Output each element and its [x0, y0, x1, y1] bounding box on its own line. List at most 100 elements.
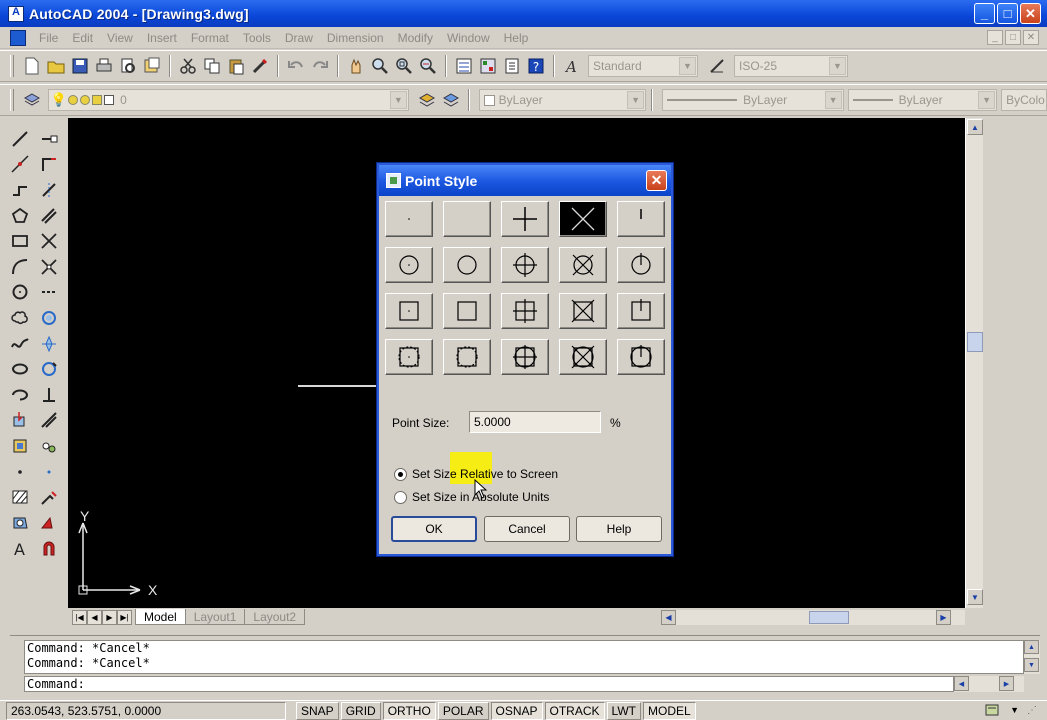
tool-palettes-icon[interactable] — [500, 54, 524, 78]
menu-tools[interactable]: Tools — [236, 31, 278, 45]
explode-icon[interactable] — [36, 510, 62, 536]
trim-icon[interactable] — [36, 356, 62, 382]
vertical-scrollbar[interactable]: ▲ ▼ — [965, 118, 983, 608]
help-icon[interactable]: ? — [524, 54, 548, 78]
minimize-button[interactable]: _ — [974, 3, 995, 24]
communication-center-icon[interactable] — [984, 702, 1002, 718]
menu-window[interactable]: Window — [440, 31, 497, 45]
chevron-down-icon[interactable]: ▼ — [829, 57, 846, 75]
construction-line-icon[interactable] — [7, 152, 33, 178]
menu-dimension[interactable]: Dimension — [320, 31, 391, 45]
chevron-down-icon[interactable]: ▼ — [627, 91, 645, 109]
dialog-close-button[interactable]: ✕ — [646, 170, 667, 191]
grid-toggle[interactable]: GRID — [340, 701, 381, 720]
design-center-icon[interactable] — [476, 54, 500, 78]
ellipse-arc-icon[interactable] — [7, 382, 33, 408]
properties-icon[interactable] — [452, 54, 476, 78]
doc-minimize-button[interactable]: _ — [987, 30, 1003, 45]
osnap-toggle[interactable]: OSNAP — [490, 701, 543, 720]
doc-restore-button[interactable]: □ — [1005, 30, 1021, 45]
command-scrollbar[interactable]: ▲ ▼ — [1024, 640, 1040, 674]
magnet-icon[interactable] — [36, 536, 62, 562]
stretch-icon[interactable] — [36, 331, 62, 357]
cancel-button[interactable]: Cancel — [484, 516, 570, 542]
paste-icon[interactable] — [224, 54, 248, 78]
point-style-plus[interactable] — [501, 201, 549, 237]
pan-icon[interactable] — [344, 54, 368, 78]
match-properties-icon[interactable] — [248, 54, 272, 78]
radio-relative[interactable] — [394, 467, 407, 481]
layer-select[interactable]: 💡 0 ▼ — [47, 89, 409, 111]
point-style-square-plus[interactable] — [501, 293, 549, 329]
first-tab-icon[interactable]: |◀ — [72, 609, 87, 625]
close-button[interactable]: ✕ — [1020, 3, 1041, 24]
spline-icon[interactable] — [7, 331, 33, 357]
zoom-window-icon[interactable] — [392, 54, 416, 78]
menu-file[interactable]: File — [32, 31, 65, 45]
publish-icon[interactable] — [140, 54, 164, 78]
linetype-select[interactable]: ByLayer ▼ — [662, 89, 844, 111]
point-style-circle-x[interactable] — [559, 247, 607, 283]
plot-preview-icon[interactable] — [116, 54, 140, 78]
help-button[interactable]: Help — [576, 516, 662, 542]
point-style-dot[interactable] — [385, 201, 433, 237]
dim-style-icon[interactable] — [706, 54, 730, 78]
array-icon[interactable] — [36, 228, 62, 254]
hatch-icon[interactable] — [7, 484, 33, 510]
plot-style-select[interactable]: ByColo — [1001, 89, 1047, 111]
scroll-right-icon[interactable]: ▶ — [999, 676, 1014, 691]
freeze-viewport-icon[interactable] — [80, 95, 91, 105]
point-icon[interactable] — [7, 459, 33, 485]
print-icon[interactable] — [92, 54, 116, 78]
tab-layout2[interactable]: Layout2 — [244, 609, 306, 625]
undo-icon[interactable] — [284, 54, 308, 78]
scale-icon[interactable] — [36, 305, 62, 331]
erase-icon[interactable] — [36, 126, 62, 152]
menu-format[interactable]: Format — [184, 31, 236, 45]
move-icon[interactable] — [36, 254, 62, 280]
dialog-title-bar[interactable]: Point Style ✕ — [379, 165, 671, 196]
otrack-toggle[interactable]: OTRACK — [544, 701, 605, 720]
point-style-circle-tick[interactable] — [617, 247, 665, 283]
title-bar[interactable]: AutoCAD 2004 - [Drawing3.dwg] _ □ ✕ — [0, 0, 1047, 27]
lightbulb-icon[interactable]: 💡 — [51, 92, 67, 108]
make-current-layer-icon[interactable] — [415, 88, 439, 112]
scroll-right-icon[interactable]: ▶ — [936, 610, 951, 625]
make-block-icon[interactable] — [7, 433, 33, 459]
point-style-square-x[interactable] — [559, 293, 607, 329]
redo-icon[interactable] — [308, 54, 332, 78]
scroll-thumb[interactable] — [967, 332, 983, 352]
cut-icon[interactable] — [176, 54, 200, 78]
scroll-thumb[interactable] — [809, 611, 849, 624]
snap-toggle[interactable]: SNAP — [296, 701, 339, 720]
revision-cloud-icon[interactable] — [7, 305, 33, 331]
tray-menu-icon[interactable]: ▼ — [1010, 705, 1019, 715]
point-style-none[interactable] — [443, 201, 491, 237]
dim-style-select[interactable]: ISO-25 ▼ — [734, 55, 848, 77]
copy-object-icon[interactable] — [36, 152, 62, 178]
coordinate-readout[interactable]: 263.0543, 523.5751, 0.0000 — [6, 701, 286, 720]
text-style-icon[interactable]: A — [560, 54, 584, 78]
point-style-circle-square-dot[interactable] — [385, 339, 433, 375]
scroll-left-icon[interactable]: ◀ — [661, 610, 676, 625]
fillet-icon[interactable] — [36, 484, 62, 510]
chevron-down-icon[interactable]: ▼ — [389, 91, 407, 109]
polyline-icon[interactable] — [7, 177, 33, 203]
model-toggle[interactable]: MODEL — [642, 701, 696, 720]
scroll-down-icon[interactable]: ▼ — [1024, 658, 1039, 672]
point-style-circle-square-plus[interactable] — [501, 339, 549, 375]
rectangle-icon[interactable] — [7, 228, 33, 254]
command-input[interactable]: Command: — [24, 676, 954, 692]
circle-icon[interactable] — [7, 280, 33, 306]
maximize-button[interactable]: □ — [997, 3, 1018, 24]
polygon-icon[interactable] — [7, 203, 33, 229]
tab-layout1[interactable]: Layout1 — [184, 609, 246, 625]
offset-icon[interactable] — [36, 203, 62, 229]
line-icon[interactable] — [7, 126, 33, 152]
extend-icon[interactable] — [36, 382, 62, 408]
radio-absolute-row[interactable]: Set Size in Absolute Units — [394, 490, 549, 504]
point-style-circle-dot[interactable] — [385, 247, 433, 283]
break-icon[interactable] — [36, 408, 62, 434]
toolbar-grip[interactable] — [10, 55, 14, 77]
multiline-text-icon[interactable]: A — [7, 536, 33, 562]
